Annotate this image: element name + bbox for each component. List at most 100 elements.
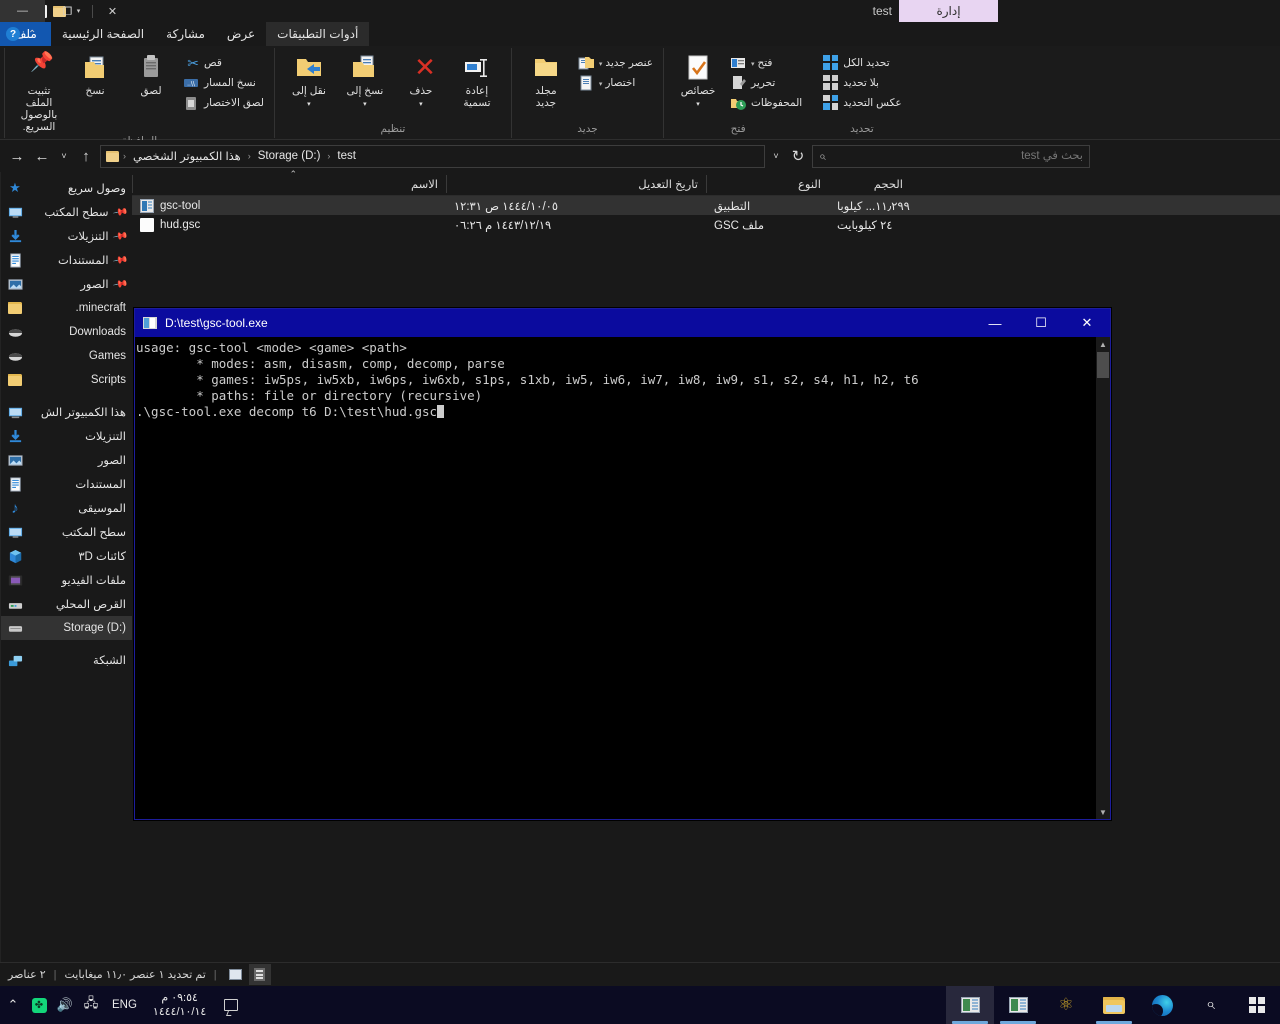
- show-hidden-icons-chevron-icon[interactable]: ⌃: [0, 986, 26, 1024]
- column-header-name[interactable]: الاسم ⌃: [132, 169, 446, 193]
- scroll-down-icon[interactable]: ▼: [1096, 805, 1110, 819]
- properties-button[interactable]: خصائص ▾: [670, 51, 726, 111]
- search-box[interactable]: ⌕: [812, 144, 1090, 168]
- tab-home[interactable]: الصفحة الرئيسية: [51, 22, 155, 46]
- sidebar-item-documents-2[interactable]: المستندات: [1, 472, 132, 496]
- forward-button[interactable]: →: [6, 144, 28, 168]
- pin-icon: 📌: [111, 251, 129, 269]
- sidebar-item-storage-d[interactable]: Storage (D:): [1, 616, 132, 640]
- copy-button[interactable]: نسخ: [67, 51, 123, 99]
- sidebar-item-quick-access[interactable]: ★ وصول سريع: [1, 176, 132, 200]
- up-button[interactable]: ↑: [75, 144, 97, 168]
- paste-button[interactable]: لصق: [123, 51, 179, 99]
- table-row[interactable]: hud.gsc ١٤٤٣/١٢/١٩ م ٠٦:٢٦ ملف GSC ٢٤ كي…: [132, 215, 1280, 234]
- sidebar-item-videos[interactable]: ملفات الفيديو: [1, 568, 132, 592]
- thumbnails-view-button[interactable]: [225, 964, 247, 985]
- sidebar-item-downloads[interactable]: التنزيلات 📌: [1, 224, 132, 248]
- column-header-type[interactable]: النوع: [706, 174, 829, 193]
- delete-button[interactable]: ✕ حذف ▾: [393, 51, 449, 111]
- search-input[interactable]: [830, 150, 1083, 162]
- select-none-button[interactable]: بلا تحديد: [818, 73, 905, 92]
- rename-button[interactable]: إعادة تسمية: [449, 51, 505, 111]
- scrollbar-thumb[interactable]: [1097, 352, 1109, 378]
- sidebar-item-3d-objects[interactable]: كائنات ٣D: [1, 544, 132, 568]
- new-item-button[interactable]: عنصر جديد ▾: [574, 53, 657, 72]
- taskbar-console-button-1[interactable]: [994, 986, 1042, 1024]
- scroll-up-icon[interactable]: ▲: [1096, 337, 1110, 351]
- language-indicator[interactable]: ENG: [104, 999, 145, 1011]
- breadcrumb-separator-2[interactable]: ‹: [248, 151, 251, 161]
- sidebar-item-network[interactable]: الشبكة: [1, 648, 132, 672]
- tab-view[interactable]: عرض: [216, 22, 266, 46]
- open-button[interactable]: فتح ▾: [726, 53, 806, 72]
- sidebar-item-minecraft[interactable]: minecraft.: [1, 296, 132, 320]
- paste-shortcut-button[interactable]: لصق الاختصار: [179, 93, 268, 112]
- sidebar-item-games[interactable]: Games: [1, 344, 132, 368]
- edit-button[interactable]: تحرير: [726, 73, 806, 92]
- contextual-tab-manage[interactable]: إدارة: [899, 0, 998, 22]
- collapse-ribbon-icon[interactable]: ⌃: [28, 29, 36, 40]
- breadcrumb-separator-1[interactable]: ‹: [123, 151, 126, 161]
- breadcrumb-this-pc[interactable]: هذا الكمبيوتر الشخصي: [130, 149, 244, 163]
- console-maximize-button[interactable]: ☐: [1018, 309, 1064, 337]
- console-minimize-button[interactable]: —: [972, 309, 1018, 337]
- help-icon[interactable]: ?: [6, 27, 20, 41]
- volume-icon[interactable]: 🔊: [52, 986, 78, 1024]
- console-scrollbar[interactable]: ▲ ▼: [1096, 337, 1110, 819]
- sidebar-item-downloads-2[interactable]: التنزيلات: [1, 424, 132, 448]
- new-folder-button[interactable]: مجلد جديد: [518, 51, 574, 111]
- table-row[interactable]: gsc-tool ١٤٤٤/١٠/٠٥ ص ١٢:٣١ التطبيق ١١٫٢…: [132, 196, 1280, 215]
- sidebar-item-documents[interactable]: المستندات 📌: [1, 248, 132, 272]
- details-view-button[interactable]: [248, 964, 271, 985]
- network-icon[interactable]: 🖧: [78, 986, 104, 1024]
- search-icon: ⌕: [819, 148, 826, 163]
- column-header-date-modified[interactable]: تاريخ التعديل: [446, 174, 706, 193]
- sidebar-item-scripts[interactable]: Scripts: [1, 368, 132, 392]
- start-button[interactable]: [1234, 986, 1280, 1024]
- tray-sync-button[interactable]: ✤: [26, 986, 52, 1024]
- shortcut-button[interactable]: اختصار ▾: [574, 73, 657, 92]
- recent-locations-button[interactable]: ˅: [56, 144, 72, 168]
- back-button[interactable]: ←: [31, 144, 53, 168]
- select-all-button[interactable]: تحديد الكل: [818, 53, 905, 72]
- previous-locations-button[interactable]: ˅: [768, 144, 784, 168]
- sidebar-item-downloads-folder[interactable]: Downloads: [1, 320, 132, 344]
- tab-share[interactable]: مشاركة: [155, 22, 216, 46]
- cut-button[interactable]: ✂ قص: [179, 53, 268, 72]
- sidebar-item-local-disk[interactable]: القرص المحلي: [1, 592, 132, 616]
- pin-to-quick-access-button[interactable]: 📌 تثبيت الملف بالوصول السريع.: [11, 51, 67, 135]
- sidebar-item-desktop[interactable]: سطح المكتب 📌: [1, 200, 132, 224]
- address-bar[interactable]: ‹ هذا الكمبيوتر الشخصي ‹ Storage (D:) ‹ …: [100, 144, 765, 168]
- restore-button[interactable]: ❐: [45, 0, 90, 22]
- move-to-button[interactable]: نقل إلى ▾: [281, 51, 337, 111]
- taskbar-search-button[interactable]: ⌕: [1186, 986, 1234, 1024]
- close-button[interactable]: ✕: [90, 0, 135, 22]
- taskbar-file-explorer-button[interactable]: [1090, 986, 1138, 1024]
- sidebar-item-pictures-2[interactable]: الصور: [1, 448, 132, 472]
- invert-selection-button[interactable]: عكس التحديد: [818, 93, 905, 112]
- tab-app-tools[interactable]: أدوات التطبيقات: [266, 22, 370, 46]
- refresh-button[interactable]: ↻: [787, 144, 809, 168]
- sidebar-item-desktop-2[interactable]: سطح المكتب: [1, 520, 132, 544]
- copy-to-button[interactable]: نسخ إلى ▾: [337, 51, 393, 111]
- console-output-area[interactable]: usage: gsc-tool <mode> <game> <path> * m…: [135, 337, 1096, 819]
- clock[interactable]: ٠٩:٥٤ م ١٤٤٤/١٠/١٤: [145, 991, 214, 1019]
- breadcrumb-storage-d[interactable]: Storage (D:): [255, 150, 324, 162]
- select-all-label: تحديد الكل: [843, 56, 890, 69]
- svg-text:\\..: \\..: [187, 80, 196, 87]
- console-window[interactable]: D:\test\gsc-tool.exe — ☐ ✕ usage: gsc-to…: [134, 308, 1111, 820]
- taskbar-edge-button[interactable]: [1138, 986, 1186, 1024]
- taskbar-console-button-2[interactable]: [946, 986, 994, 1024]
- minimize-button[interactable]: —: [0, 0, 45, 22]
- breadcrumb-separator-3[interactable]: ‹: [327, 151, 330, 161]
- copy-path-button[interactable]: \\.. نسخ المسار: [179, 73, 268, 92]
- sidebar-item-this-pc[interactable]: هذا الكمبيوتر الش: [1, 400, 132, 424]
- sidebar-item-music[interactable]: ♪ الموسيقى: [1, 496, 132, 520]
- breadcrumb-test[interactable]: test: [334, 150, 359, 162]
- column-header-size[interactable]: الحجم: [829, 175, 911, 193]
- notifications-button[interactable]: [214, 986, 248, 1024]
- console-close-button[interactable]: ✕: [1064, 309, 1110, 337]
- history-button[interactable]: المحفوظات: [726, 93, 806, 112]
- taskbar-atom-button[interactable]: ⚛: [1042, 986, 1090, 1024]
- sidebar-item-pictures[interactable]: الصور 📌: [1, 272, 132, 296]
